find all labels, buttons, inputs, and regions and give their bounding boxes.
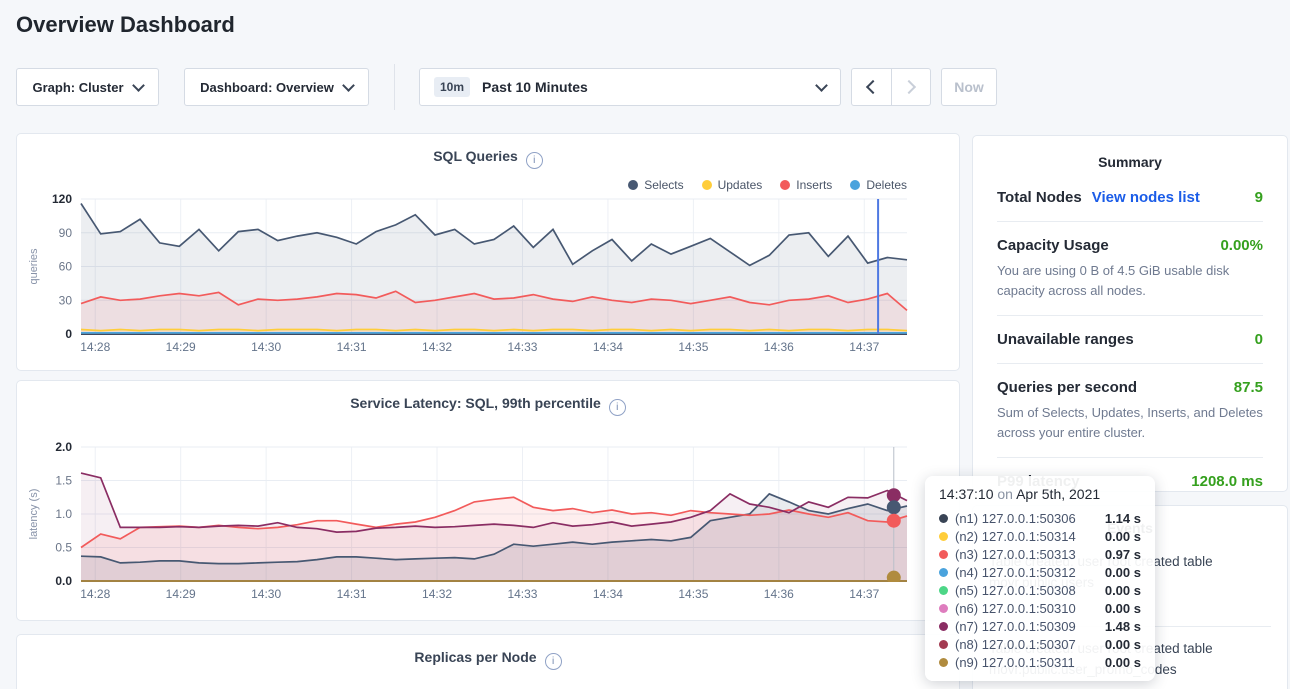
- svg-text:14:29: 14:29: [166, 340, 196, 354]
- total-nodes-label: Total Nodes: [997, 189, 1082, 206]
- replicas-title: Replicas per Node: [414, 649, 536, 665]
- service-latency-chart[interactable]: 14:28 14:29 14:30 14:31 14:32 14:33 14:34 14:35…: [17, 381, 961, 620]
- chevron-right-icon: [902, 80, 916, 94]
- total-nodes-value: 9: [1255, 189, 1263, 206]
- graph-dropdown-label: Graph: Cluster: [32, 80, 123, 95]
- page-title: Overview Dashboard: [16, 12, 235, 38]
- svg-text:14:34: 14:34: [593, 587, 623, 601]
- svg-text:14:35: 14:35: [678, 587, 708, 601]
- svg-text:14:29: 14:29: [166, 587, 196, 601]
- svg-text:14:35: 14:35: [678, 340, 708, 354]
- svg-text:14:31: 14:31: [337, 340, 367, 354]
- p99-value: 1208.0 ms: [1191, 473, 1263, 490]
- svg-text:14:32: 14:32: [422, 340, 452, 354]
- svg-text:0.0: 0.0: [55, 574, 72, 588]
- time-range-picker[interactable]: 10m Past 10 Minutes: [419, 68, 841, 106]
- unavailable-value: 0: [1255, 331, 1263, 348]
- graph-dropdown[interactable]: Graph: Cluster: [16, 68, 159, 106]
- svg-text:14:30: 14:30: [251, 340, 281, 354]
- now-button[interactable]: Now: [941, 68, 997, 106]
- svg-text:14:36: 14:36: [764, 587, 794, 601]
- svg-text:14:34: 14:34: [593, 340, 623, 354]
- tooltip-node-list: (n1) 127.0.0.1:503061.14 s(n2) 127.0.0.1…: [939, 509, 1141, 671]
- tooltip-row: (n5) 127.0.0.1:503080.00 s: [939, 581, 1141, 599]
- controls-divider: [394, 64, 395, 110]
- tooltip-row: (n2) 127.0.0.1:503140.00 s: [939, 527, 1141, 545]
- node-color-dot: [939, 550, 948, 559]
- time-range-label: Past 10 Minutes: [482, 79, 588, 95]
- svg-text:2.0: 2.0: [55, 440, 72, 454]
- capacity-label: Capacity Usage: [997, 237, 1109, 254]
- tooltip-timestamp: 14:37:10 on Apr 5th, 2021: [939, 486, 1141, 502]
- node-color-dot: [939, 532, 948, 541]
- sql-queries-chart[interactable]: 14:28 14:29 14:30 14:31 14:32 14:33 14:34 14:35…: [17, 134, 961, 370]
- dashboard-dropdown-label: Dashboard: Overview: [200, 80, 334, 95]
- svg-text:14:32: 14:32: [422, 587, 452, 601]
- svg-text:14:36: 14:36: [764, 340, 794, 354]
- svg-text:1.0: 1.0: [55, 507, 72, 521]
- tooltip-row: (n1) 127.0.0.1:503061.14 s: [939, 509, 1141, 527]
- svg-text:0.5: 0.5: [55, 541, 72, 555]
- tooltip-row: (n8) 127.0.0.1:503070.00 s: [939, 635, 1141, 653]
- node-color-dot: [939, 568, 948, 577]
- svg-text:0: 0: [65, 327, 72, 341]
- tooltip-row: (n9) 127.0.0.1:503110.00 s: [939, 653, 1141, 671]
- tooltip-row: (n4) 127.0.0.1:503120.00 s: [939, 563, 1141, 581]
- time-range-badge: 10m: [434, 77, 470, 97]
- svg-text:queries: queries: [28, 248, 40, 285]
- tooltip-row: (n3) 127.0.0.1:503130.97 s: [939, 545, 1141, 563]
- svg-text:120: 120: [52, 192, 72, 206]
- capacity-desc: You are using 0 B of 4.5 GiB usable disk…: [997, 261, 1263, 300]
- qps-desc: Sum of Selects, Updates, Inserts, and De…: [997, 403, 1263, 442]
- node-color-dot: [939, 514, 948, 523]
- node-color-dot: [939, 640, 948, 649]
- node-color-dot: [939, 658, 948, 667]
- svg-text:14:28: 14:28: [80, 587, 110, 601]
- chevron-left-icon: [866, 80, 880, 94]
- svg-text:1.5: 1.5: [55, 474, 72, 488]
- node-color-dot: [939, 586, 948, 595]
- info-icon[interactable]: i: [545, 653, 562, 670]
- summary-row-capacity: Capacity Usage 0.00% You are using 0 B o…: [997, 222, 1263, 316]
- chevron-down-icon: [132, 79, 145, 92]
- replicas-title-row: Replicas per Node i: [17, 649, 959, 670]
- svg-text:90: 90: [59, 226, 73, 240]
- svg-text:30: 30: [59, 293, 73, 307]
- svg-text:14:28: 14:28: [80, 340, 110, 354]
- unavailable-label: Unavailable ranges: [997, 331, 1134, 348]
- time-next-button[interactable]: [892, 69, 931, 105]
- svg-text:14:33: 14:33: [507, 587, 537, 601]
- service-latency-card: Service Latency: SQL, 99th percentilei 1…: [16, 380, 960, 621]
- svg-text:14:37: 14:37: [849, 340, 879, 354]
- time-nav-group: [851, 68, 931, 106]
- node-color-dot: [939, 604, 948, 613]
- tooltip-row: (n6) 127.0.0.1:503100.00 s: [939, 599, 1141, 617]
- qps-label: Queries per second: [997, 379, 1137, 396]
- summary-row-total-nodes: Total Nodes View nodes list 9: [997, 174, 1263, 222]
- dashboard-dropdown[interactable]: Dashboard: Overview: [184, 68, 369, 106]
- node-color-dot: [939, 622, 948, 631]
- svg-text:60: 60: [59, 260, 73, 274]
- sql-queries-card: SQL Queriesi SelectsUpdatesInsertsDelete…: [16, 133, 960, 371]
- summary-panel: Summary Total Nodes View nodes list 9 Ca…: [972, 135, 1288, 492]
- svg-text:latency (s): latency (s): [28, 489, 40, 540]
- chart-hover-tooltip: 14:37:10 on Apr 5th, 2021 (n1) 127.0.0.1…: [925, 476, 1155, 681]
- svg-text:14:31: 14:31: [337, 587, 367, 601]
- view-nodes-list-link[interactable]: View nodes list: [1092, 189, 1200, 206]
- chevron-down-icon: [815, 79, 828, 92]
- summary-title: Summary: [997, 154, 1263, 170]
- svg-text:14:33: 14:33: [507, 340, 537, 354]
- summary-row-unavailable: Unavailable ranges 0: [997, 316, 1263, 364]
- time-prev-button[interactable]: [852, 69, 892, 105]
- svg-text:14:37: 14:37: [849, 587, 879, 601]
- capacity-value: 0.00%: [1220, 237, 1263, 254]
- summary-row-qps: Queries per second 87.5 Sum of Selects, …: [997, 364, 1263, 458]
- svg-text:14:30: 14:30: [251, 587, 281, 601]
- chevron-down-icon: [342, 79, 355, 92]
- overview-dashboard-page: Overview Dashboard Graph: Cluster Dashbo…: [0, 0, 1290, 689]
- qps-value: 87.5: [1234, 379, 1263, 396]
- tooltip-row: (n7) 127.0.0.1:503091.48 s: [939, 617, 1141, 635]
- replicas-per-node-card: Replicas per Node i: [16, 634, 960, 689]
